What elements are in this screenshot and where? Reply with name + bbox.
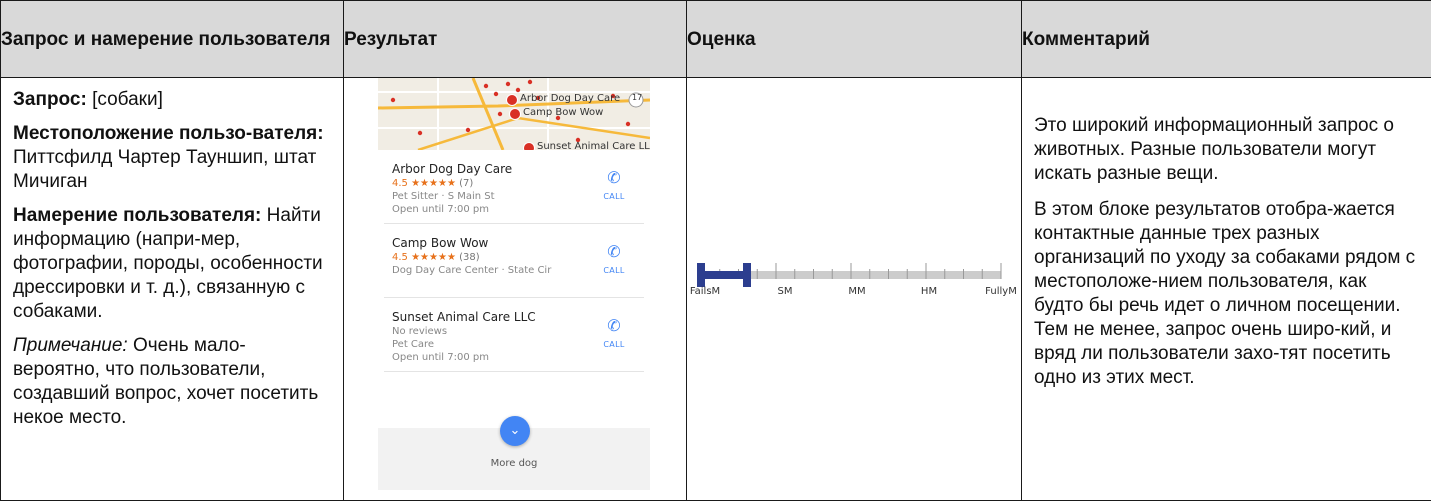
rating-marker[interactable] — [697, 263, 751, 287]
scale-label-sm: SM — [778, 286, 793, 297]
call-button[interactable]: ✆ CALL — [596, 318, 632, 349]
result-cell: Arbor Dog Day Care Camp Bow Wow Sunset A… — [344, 78, 687, 501]
star-icon: ★★★★★ — [411, 178, 456, 189]
scale-label-hm: HM — [921, 286, 937, 297]
map-label-arbor: Arbor Dog Day Care — [520, 93, 620, 104]
rating-value: 4.5 — [392, 178, 408, 189]
call-label: CALL — [596, 266, 632, 275]
phone-icon: ✆ — [596, 170, 632, 186]
map-label-sunset: Sunset Animal Care LLC — [537, 141, 650, 150]
rating-cell: FailsM SM MM HM FullyM — [687, 78, 1022, 501]
query-cell: Запрос: [собаки] Местоположение пользо-в… — [1, 78, 344, 501]
location-value: Питтсфилд Чартер Тауншип, штат Мичиган — [13, 147, 316, 192]
list-item[interactable]: Camp Bow Wow 4.5 ★★★★★ (38) Dog Day Care… — [384, 224, 644, 298]
list-item[interactable]: Arbor Dog Day Care 4.5 ★★★★★ (7) Pet Sit… — [384, 150, 644, 224]
header-query: Запрос и намерение пользователя — [1, 1, 344, 78]
location-line: Местоположение пользо-вателя: Питтсфилд … — [13, 122, 329, 194]
location-label: Местоположение пользо-вателя: — [13, 123, 324, 144]
call-label: CALL — [596, 192, 632, 201]
intent-label: Намерение пользователя: — [13, 205, 261, 226]
map-pin-icon[interactable] — [509, 108, 521, 120]
map-pin-icon[interactable] — [523, 142, 535, 150]
call-button[interactable]: ✆ CALL — [596, 170, 632, 201]
query-value: [собаки] — [92, 89, 163, 110]
listing-hours: Open until 7:00 pm — [392, 351, 636, 364]
rating-scale[interactable]: FailsM SM MM HM FullyM — [687, 253, 1022, 313]
call-button[interactable]: ✆ CALL — [596, 244, 632, 275]
more-results-bar[interactable]: ⌄ More dog — [378, 428, 650, 490]
query-line: Запрос: [собаки] — [13, 88, 329, 112]
phone-icon: ✆ — [596, 318, 632, 334]
scale-label-fails: FailsM — [690, 286, 720, 297]
listing-hours: Open until 7:00 pm — [392, 203, 636, 216]
comment-cell: Это широкий информационный запрос о живо… — [1022, 78, 1431, 501]
query-label: Запрос: — [13, 89, 87, 110]
map-pin-icon[interactable] — [506, 94, 518, 106]
review-count: (38) — [459, 252, 480, 263]
map-route-number: 17 — [632, 93, 642, 102]
comment-paragraph-2: В этом блоке результатов отобра-жается к… — [1034, 198, 1421, 390]
more-label[interactable]: More dog — [378, 458, 650, 469]
note-line: Примечание: Очень мало-вероятно, что пол… — [13, 334, 329, 430]
call-label: CALL — [596, 340, 632, 349]
review-count: (7) — [459, 178, 473, 189]
star-icon: ★★★★★ — [411, 252, 456, 263]
intent-line: Намерение пользователя: Найти информацию… — [13, 204, 329, 324]
chevron-down-icon[interactable]: ⌄ — [500, 416, 530, 446]
list-item[interactable]: Sunset Animal Care LLC No reviews Pet Ca… — [384, 298, 644, 372]
comment-paragraph-1: Это широкий информационный запрос о живо… — [1034, 114, 1421, 186]
note-label: Примечание: — [13, 335, 128, 356]
map-thumbnail[interactable]: Arbor Dog Day Care Camp Bow Wow Sunset A… — [378, 78, 650, 150]
header-row: Запрос и намерение пользователя Результа… — [1, 1, 1431, 78]
data-row: Запрос: [собаки] Местоположение пользо-в… — [1, 78, 1431, 501]
header-comment: Комментарий — [1022, 1, 1431, 78]
local-results-card: Arbor Dog Day Care Camp Bow Wow Sunset A… — [378, 78, 650, 490]
header-rating: Оценка — [687, 1, 1022, 78]
scale-label-mm: MM — [848, 286, 865, 297]
evaluation-table: Запрос и намерение пользователя Результа… — [0, 0, 1431, 501]
scale-label-fully: FullyM — [985, 286, 1017, 297]
rating-value: 4.5 — [392, 252, 408, 263]
header-result: Результат — [344, 1, 687, 78]
map-label-camp: Camp Bow Wow — [523, 107, 603, 118]
phone-icon: ✆ — [596, 244, 632, 260]
